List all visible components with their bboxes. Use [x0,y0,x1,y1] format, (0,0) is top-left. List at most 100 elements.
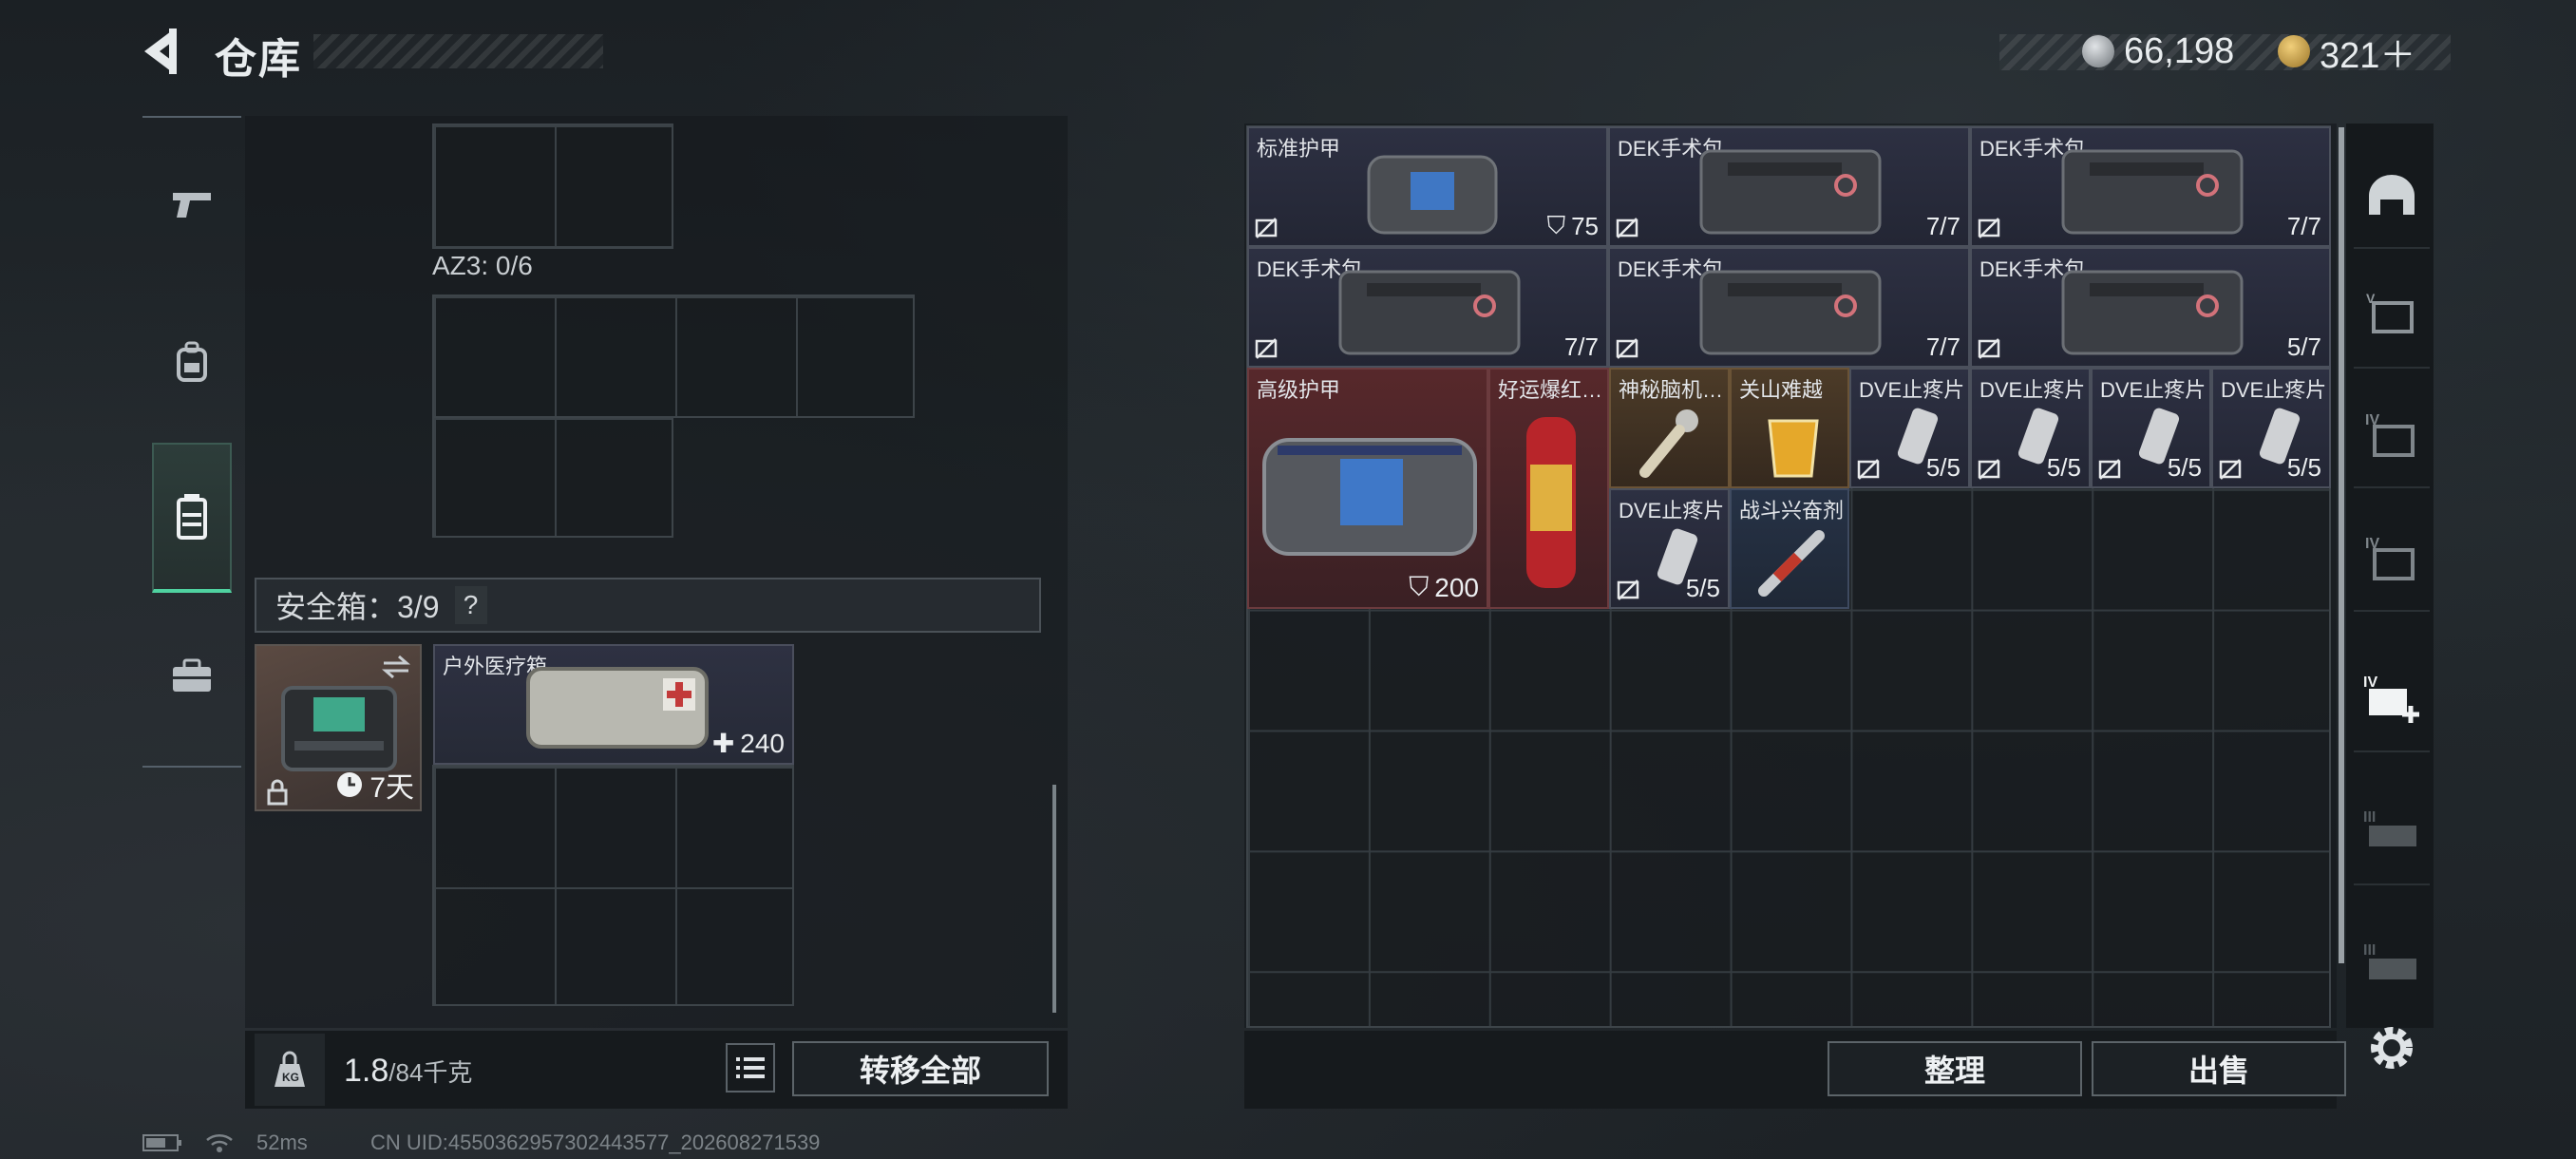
svg-text:KG: KG [282,1071,299,1084]
filter-tier-iii-ammo-2[interactable]: III [2354,912,2430,1016]
svg-text:V: V [2366,291,2376,306]
back-arrow-icon [144,28,177,74]
shield-icon: ⛉ [1409,572,1430,601]
medkit-durability: ✚ 240 [711,728,785,759]
item-uses: 7/7 [2286,212,2321,240]
advanced-armor-image [1262,438,1477,556]
page-title: 仓库 [215,36,302,83]
item-dve-pill[interactable]: DVE止疼片 5/5 [1849,368,1970,488]
item-uses: 5/7 [2286,332,2321,361]
filter-armor[interactable]: V [2354,262,2430,369]
tier-iii-ammo-icon: III [2363,809,2416,846]
list-view-button[interactable] [726,1043,775,1092]
sell-button[interactable]: 出售 [2092,1041,2346,1096]
item-uses: 5/5 [2167,453,2202,482]
item-combat-stimulant[interactable]: 战斗兴奋剂 [1730,488,1849,609]
medkit-image [526,667,709,749]
tier-iii-ammo-icon-2: III [2363,942,2416,979]
nav-backpack[interactable] [152,291,232,433]
item-mystery-bci[interactable]: 神秘脑机… [1609,368,1730,488]
kettlebell-icon: KG [275,1051,305,1087]
injector-image [1758,530,1825,597]
container-grid-top[interactable] [432,124,673,249]
az3-capacity-label: AZ3: 0/6 [432,251,533,280]
svg-text:IV: IV [2363,674,2377,691]
bci-image [1639,409,1698,478]
firecracker-image [1526,417,1576,588]
item-dve-pill[interactable]: DVE止疼片 5/5 [1609,488,1730,609]
left-scrollbar[interactable] [1052,785,1056,1013]
safebox-header: 安全箱：3/9 ? [255,578,1041,633]
no-insure-icon [1255,218,1278,238]
item-uses: 5/5 [2286,453,2321,482]
filter-tier-iv-medkit[interactable]: IV [2354,646,2430,752]
battery-icon [142,1134,181,1151]
no-insure-icon [1616,218,1638,238]
item-uses: 7/7 [1925,332,1960,361]
title-decoration [313,34,603,68]
svg-text:III: III [2363,809,2376,826]
svg-text:III: III [2363,942,2376,959]
filter-helmet[interactable] [2354,142,2430,249]
no-insure-icon [1617,580,1639,600]
item-uses: 7/7 [1925,212,1960,240]
item-dve-pill[interactable]: DVE止疼片 5/5 [2091,368,2211,488]
surgical-kit-image [2061,149,2244,235]
item-dve-pill[interactable]: DVE止疼片 5/5 [1970,368,2091,488]
gear-icon [2371,1027,2413,1069]
no-insure-icon [1978,218,2000,238]
armor-filter-icon: V [2366,291,2414,333]
armor-durability: ⛉ 75 [1546,211,1599,240]
settings-button[interactable] [2365,1021,2418,1074]
tidy-button[interactable]: 整理 [1828,1041,2082,1096]
wifi-icon [206,1133,233,1152]
item-dek-kit[interactable]: DEK手术包 7/7 [1247,247,1608,368]
surgical-kit-image [1699,270,1882,355]
item-uses: 5/5 [2046,453,2081,482]
transfer-all-button[interactable]: 转移全部 [792,1041,1049,1096]
az3-grid-row2[interactable] [432,416,673,538]
swap-icon[interactable] [380,654,412,680]
item-dve-pill[interactable]: DVE止疼片 5/5 [2211,368,2331,488]
item-dek-kit[interactable]: DEK手术包 5/7 [1970,247,2331,368]
uid-label: CN UID:4550362957302443577_202608271539 [370,1130,821,1154]
clock-icon [337,772,363,797]
item-dek-kit[interactable]: DEK手术包 7/7 [1970,126,2331,247]
filter-tier-iii-ammo[interactable]: III [2354,779,2430,885]
armor-durability: ⛉ 200 [1409,572,1479,602]
currency-silver[interactable]: 66,198 [2082,28,2234,74]
lock-icon [267,779,288,806]
nav-briefcase[interactable] [152,604,232,747]
item-uses: 5/5 [1925,453,1960,482]
nav-vest[interactable] [152,443,232,593]
item-uses: 5/5 [1685,574,1720,602]
backpack-icon [177,341,207,382]
surgical-kit-image [1338,270,1521,355]
az3-grid-row1[interactable] [432,294,915,418]
currency-gold[interactable]: 321＋ [2278,28,2415,76]
no-insure-icon [1616,338,1638,359]
no-insure-icon [2098,459,2121,480]
help-button[interactable]: ? [454,586,487,624]
weight-icon-box: KG [255,1034,325,1106]
surgical-kit-image [2061,270,2244,355]
filter-tier-iv-ammo[interactable]: IV [2354,382,2430,488]
silver-coin-icon [2082,35,2114,67]
safebox-item[interactable]: 7天 [255,644,422,811]
item-uses: 7/7 [1563,332,1599,361]
item-dek-kit[interactable]: DEK手术包 7/7 [1608,126,1970,247]
warehouse-scrollbar[interactable] [2339,127,2344,963]
item-lucky-firecracker[interactable]: 好运爆红… [1488,368,1609,609]
nav-weapon[interactable] [152,133,232,276]
filter-tier-iv-ammo-2[interactable]: IV [2354,505,2430,612]
item-advanced-armor[interactable]: 高级护甲 ⛉ 200 [1247,368,1488,609]
item-guanshan[interactable]: 关山难越 [1730,368,1849,488]
item-dek-kit[interactable]: DEK手术包 7/7 [1608,247,1970,368]
tier-iv-ammo-icon-2: IV [2365,536,2415,580]
medkit-item[interactable]: 户外医疗箱 ✚ 240 [433,644,794,765]
surgical-kit-image [1699,149,1882,235]
safebox-grid[interactable] [432,765,794,1006]
back-button[interactable] [141,25,188,78]
item-standard-armor[interactable]: 标准护甲 ⛉ 75 [1247,126,1608,247]
safebox-duration: 7天 [335,764,414,806]
